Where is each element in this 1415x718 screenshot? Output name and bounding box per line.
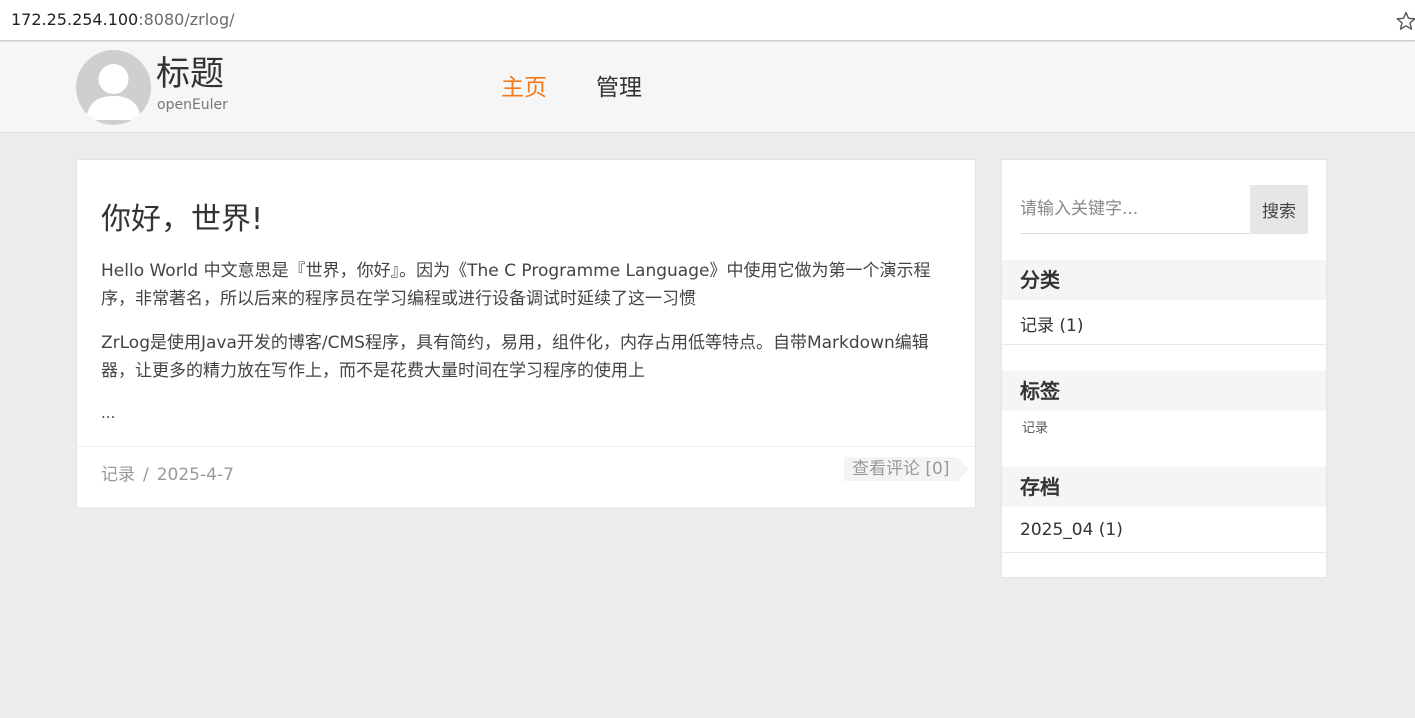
tag-item[interactable]: 记录 xyxy=(1022,417,1048,436)
archive-heading: 存档 xyxy=(1002,467,1326,507)
nav-home[interactable]: 主页 xyxy=(501,72,547,104)
view-comments-link[interactable]: 查看评论 [0] xyxy=(844,457,971,481)
tags-heading: 标签 xyxy=(1002,371,1326,411)
nav-admin[interactable]: 管理 xyxy=(596,72,642,104)
url-host: 172.25.254.100 xyxy=(11,10,139,29)
bookmark-star-icon[interactable] xyxy=(1396,11,1415,31)
user-avatar-icon xyxy=(86,64,141,120)
post-meta: 记录 / 2025-4-7 xyxy=(101,460,234,485)
url-text[interactable]: 172.25.254.100:8080/zrlog/ xyxy=(11,10,235,29)
post-date: 2025-4-7 xyxy=(156,465,234,485)
browser-address-bar[interactable]: 172.25.254.100:8080/zrlog/ xyxy=(0,0,1415,41)
meta-separator: / xyxy=(143,465,149,485)
site-title[interactable]: 标题 xyxy=(156,52,224,96)
post-ellipsis: ... xyxy=(101,404,116,422)
url-path: :8080/zrlog/ xyxy=(138,10,235,29)
avatar[interactable] xyxy=(76,50,151,125)
divider xyxy=(1002,344,1326,345)
search-input[interactable] xyxy=(1020,185,1250,234)
post-footer: 记录 / 2025-4-7 查看评论 [0] xyxy=(77,446,975,507)
post-category-link[interactable]: 记录 xyxy=(101,465,135,485)
category-heading: 分类 xyxy=(1002,260,1326,300)
post-title[interactable]: 你好，世界! xyxy=(101,200,263,240)
divider xyxy=(1002,552,1326,553)
post-paragraph: ZrLog是使用Java开发的博客/CMS程序，具有简约，易用，组件化，内存占用… xyxy=(101,333,929,381)
post-paragraph: Hello World 中文意思是『世界，你好』。因为《The C Progra… xyxy=(101,261,931,309)
archive-item[interactable]: 2025_04 (1) xyxy=(1020,520,1123,540)
sidebar: 搜索 分类 记录 (1) 标签 记录 存档 2025_04 (1) xyxy=(1001,159,1327,578)
site-subtitle: openEuler xyxy=(157,97,228,113)
post-card: 你好，世界! Hello World 中文意思是『世界，你好』。因为《The C… xyxy=(76,159,976,507)
search-button[interactable]: 搜索 xyxy=(1250,185,1308,234)
site-header: 标题 openEuler 主页 管理 xyxy=(0,42,1415,133)
category-item[interactable]: 记录 (1) xyxy=(1020,311,1083,336)
